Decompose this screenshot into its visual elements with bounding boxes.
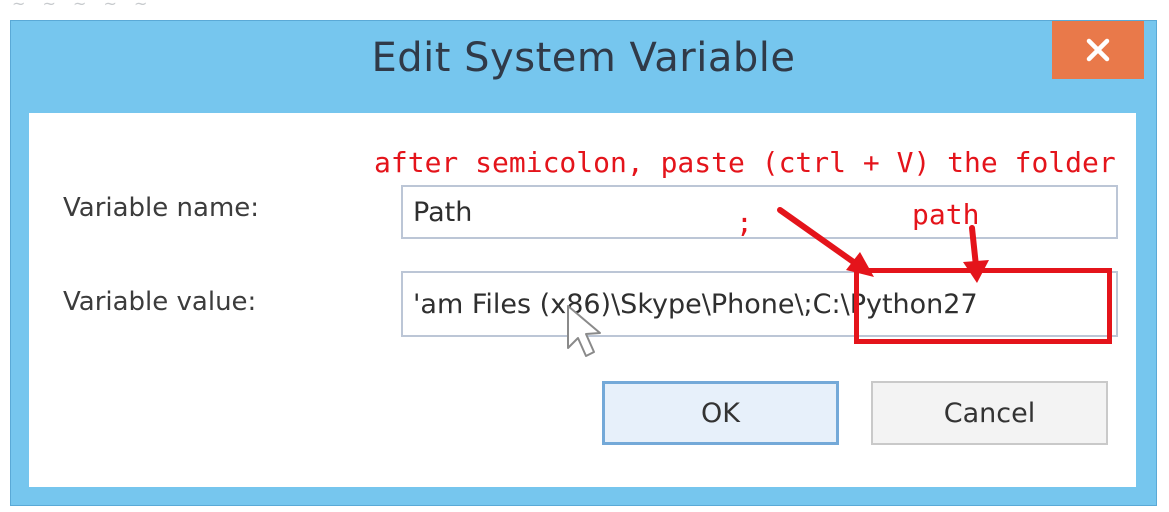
close-button[interactable]	[1052, 21, 1144, 79]
annotation-instruction-line2: path	[912, 198, 980, 231]
variable-name-label: Variable name:	[63, 193, 260, 223]
annotation-highlight-box	[854, 268, 1112, 344]
annotation-semicolon-marker: ;	[736, 206, 753, 239]
background-blur-text: ~ ~ ~ ~ ~	[12, 0, 154, 13]
cancel-button[interactable]: Cancel	[871, 381, 1108, 445]
variable-name-field[interactable]: Path	[401, 185, 1118, 239]
dialog-title: Edit System Variable	[371, 35, 796, 81]
background-strip: ~ ~ ~ ~ ~	[0, 0, 1169, 22]
title-bar[interactable]: Edit System Variable	[11, 21, 1156, 111]
variable-value-label: Variable value:	[63, 287, 257, 317]
annotation-instruction-line1: after semicolon, paste (ctrl + V) the fo…	[374, 146, 1116, 179]
ok-button[interactable]: OK	[602, 381, 839, 445]
screenshot-stage: ~ ~ ~ ~ ~ Edit System Variable Variable …	[0, 0, 1169, 512]
edit-system-variable-dialog: Edit System Variable Variable name: Path…	[10, 20, 1157, 506]
close-x-icon	[1086, 38, 1110, 62]
